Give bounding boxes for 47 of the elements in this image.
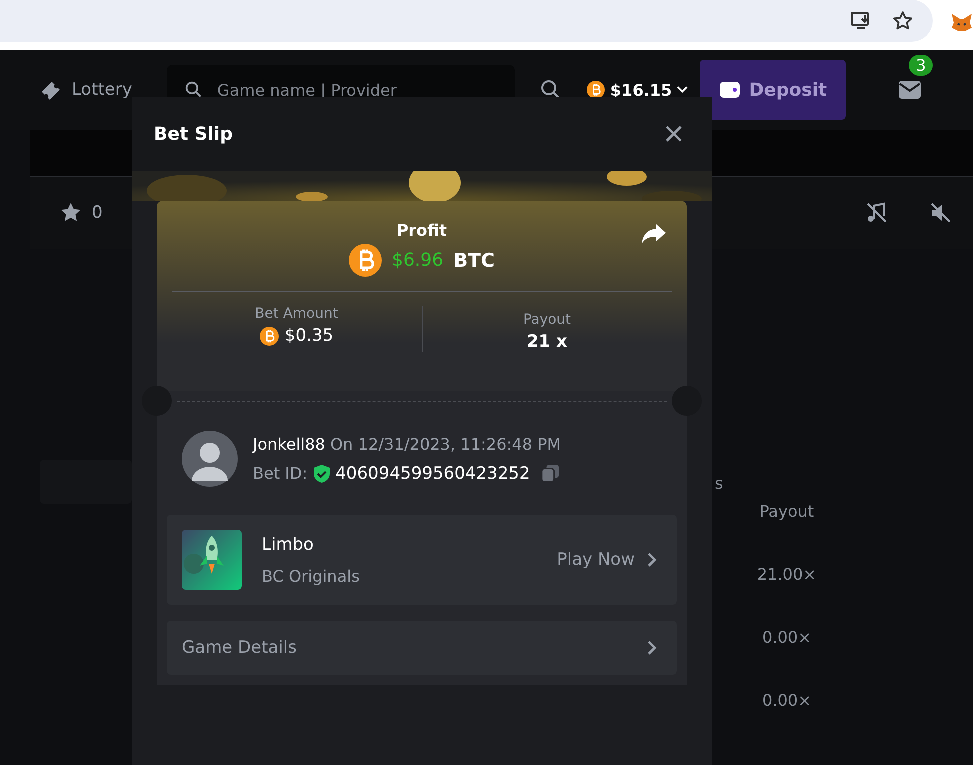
game-details-row[interactable]: Game Details [167, 621, 677, 675]
game-name: Limbo [262, 534, 315, 554]
column-header: Payout [760, 502, 814, 521]
star-icon[interactable] [60, 202, 82, 224]
game-card[interactable]: Limbo BC Originals Play Now [167, 515, 677, 605]
nav-item[interactable]: Lottery [40, 80, 132, 100]
payout-value: 21 x [526, 332, 568, 352]
chevron-right-icon [647, 640, 657, 656]
mail-icon[interactable] [899, 81, 922, 99]
coin-icon [349, 244, 382, 277]
avatar [182, 431, 238, 487]
bet-amount-value: $0.35 [284, 326, 334, 346]
table-cell: 21.00× [757, 565, 817, 584]
payout-label: Payout [523, 312, 572, 328]
music-off-icon[interactable] [865, 201, 889, 225]
play-now-link[interactable]: Play Now [557, 550, 635, 570]
column-label: s [715, 474, 724, 493]
coin-icon [260, 326, 279, 346]
notification-badge: 3 [909, 55, 934, 76]
bet-date: On 12/31/2023, 11:26:48 PM [330, 434, 562, 454]
bet-amount-label: Bet Amount [255, 306, 338, 322]
bet-id-label: Bet ID: [253, 464, 308, 483]
ticket-icon [40, 80, 62, 100]
install-icon[interactable] [851, 12, 871, 30]
player-name: Jonkell88 [253, 434, 326, 454]
share-icon[interactable] [641, 223, 667, 245]
copy-icon[interactable] [541, 464, 560, 483]
table-cell: 0.00× [762, 628, 812, 647]
bookmark-star-icon[interactable] [893, 11, 913, 31]
search-icon[interactable] [541, 80, 562, 100]
chevron-right-icon [647, 552, 657, 568]
bet-id: 406094599560423252 [336, 464, 530, 484]
verified-shield-icon [312, 464, 331, 484]
close-icon[interactable] [666, 126, 682, 142]
profit-amount: $6.96 [392, 250, 444, 271]
currency-code: BTC [454, 250, 495, 272]
game-provider: BC Originals [262, 566, 361, 586]
fox-icon[interactable] [951, 12, 973, 32]
sound-off-icon[interactable] [929, 201, 953, 225]
wallet-icon [719, 81, 742, 99]
table-cell: 0.00× [762, 691, 812, 710]
search-icon [185, 81, 204, 99]
favorites-count: 0 [92, 203, 103, 223]
chevron-down-icon [677, 86, 688, 94]
dialog-title: Bet Slip [154, 124, 233, 144]
profit-label: Profit [396, 221, 448, 240]
deposit-button[interactable]: Deposit [700, 60, 846, 120]
